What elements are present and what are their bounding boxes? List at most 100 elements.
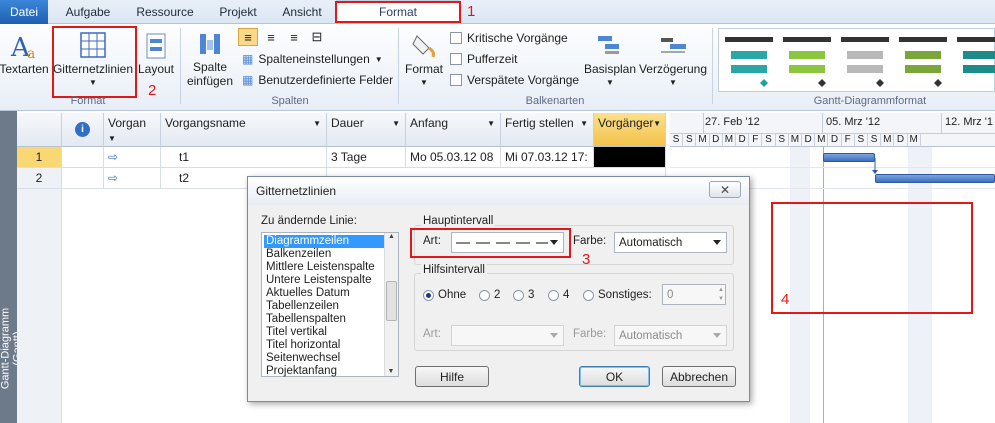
- pufferzeit-checkbox[interactable]: Pufferzeit: [450, 49, 517, 69]
- textarten-button[interactable]: Aa Textarten: [0, 30, 49, 76]
- gantt-style-2: [783, 37, 831, 87]
- align-left-icon[interactable]: ≡: [238, 28, 258, 46]
- format-group-label: Format: [70, 95, 106, 107]
- tab-ansicht[interactable]: Ansicht: [274, 0, 330, 24]
- hilfs-art-combo[interactable]: [451, 325, 564, 346]
- select-all-header[interactable]: [17, 113, 62, 147]
- hilfe-button[interactable]: Hilfe: [415, 366, 489, 387]
- tab-ressource[interactable]: Ressource: [130, 0, 200, 24]
- listbox-item[interactable]: Untere Leistenspalte: [264, 274, 384, 287]
- listbox-item[interactable]: Balkenzeilen: [264, 248, 384, 261]
- predecessor-cell[interactable]: [594, 147, 666, 168]
- dialog-title-bar[interactable]: Gitternetzlinien: [248, 177, 749, 205]
- header-anfang[interactable]: Anfang ▼: [406, 113, 501, 147]
- dropdown-arrow-icon[interactable]: ▼: [392, 119, 400, 128]
- listbox-item[interactable]: Titel vertikal: [264, 326, 384, 339]
- day-label: D: [802, 134, 816, 147]
- gantt-row-line: [670, 167, 995, 168]
- format-button[interactable]: Format ▼: [402, 30, 446, 90]
- row-number-2[interactable]: 2: [17, 168, 62, 189]
- column-settings-icon: ▦: [242, 52, 254, 66]
- spalteneinstellungen-button[interactable]: ▦ Spalteneinstellungen ▼: [242, 49, 383, 69]
- close-button[interactable]: ✕: [709, 181, 741, 198]
- radio-2[interactable]: 2: [479, 289, 500, 301]
- spalte-einfuegen-button[interactable]: Spalte einfügen: [184, 30, 236, 88]
- chevron-down-icon: ▼: [606, 78, 614, 87]
- spalte-label-2: einfügen: [186, 74, 234, 88]
- task-mode-cell[interactable]: ⇨: [104, 168, 161, 189]
- tab-aufgabe[interactable]: Aufgabe: [56, 0, 120, 24]
- basisplan-button[interactable]: Basisplan ▼: [582, 30, 638, 90]
- listbox-item[interactable]: Diagrammzeilen: [264, 235, 384, 248]
- radio-ohne[interactable]: Ohne: [423, 289, 466, 301]
- gantt-style-gallery[interactable]: [718, 28, 995, 92]
- layout-button[interactable]: Layout: [136, 30, 176, 76]
- radio-sonstiges[interactable]: Sonstiges:: [583, 289, 652, 301]
- dropdown-arrow-icon[interactable]: ▼: [580, 119, 588, 128]
- kritische-vorgaenge-checkbox[interactable]: Kritische Vorgänge: [450, 28, 568, 48]
- textarten-label: Textarten: [0, 62, 49, 76]
- tab-projekt[interactable]: Projekt: [210, 0, 266, 24]
- radio-4[interactable]: 4: [548, 289, 569, 301]
- radio-icon: [583, 289, 594, 301]
- scroll-down-icon[interactable]: ▼: [385, 368, 397, 375]
- line-listbox[interactable]: Diagrammzeilen Balkenzeilen Mittlere Leist…: [261, 232, 399, 377]
- align-center-icon[interactable]: ≡: [261, 28, 281, 46]
- dropdown-arrow-icon[interactable]: ▼: [653, 119, 661, 128]
- hilfs-farbe-combo[interactable]: Automatisch: [614, 325, 727, 346]
- task-name-cell[interactable]: t1: [161, 147, 327, 168]
- header-vorgangsname[interactable]: Vorgangsname ▼: [161, 113, 327, 147]
- dropdown-arrow-icon[interactable]: ▼: [108, 134, 116, 143]
- week-divider: [703, 113, 704, 134]
- wrap-text-icon[interactable]: ⊟: [307, 28, 327, 46]
- ok-button[interactable]: OK: [579, 366, 650, 387]
- format-btn-label: Format: [404, 62, 443, 76]
- radio-3[interactable]: 3: [513, 289, 534, 301]
- scroll-up-icon[interactable]: ▲: [385, 233, 398, 240]
- header-dauer[interactable]: Dauer ▼: [327, 113, 406, 147]
- week-divider: [941, 113, 942, 134]
- scroll-thumb[interactable]: [386, 281, 397, 321]
- listbox-item[interactable]: Mittlere Leistenspalte: [264, 261, 384, 274]
- benutzerdefinierte-felder-button[interactable]: ▦ Benutzerdefinierte Felder: [242, 70, 393, 90]
- checkbox-icon: [450, 53, 462, 65]
- tab-datei[interactable]: Datei: [0, 0, 48, 24]
- gantt-bar-t2[interactable]: [875, 174, 995, 183]
- header-fertig-stellen[interactable]: Fertig stellen ▼: [501, 113, 594, 147]
- listbox-item[interactable]: Seitenwechsel: [264, 352, 384, 365]
- day-label: S: [670, 134, 684, 147]
- verzoegerung-button[interactable]: Verzögerung ▼: [638, 30, 708, 90]
- day-label: D: [710, 134, 723, 147]
- dropdown-arrow-icon[interactable]: ▼: [313, 119, 321, 128]
- listbox-item[interactable]: Projektanfang: [264, 365, 384, 378]
- svg-text:a: a: [27, 46, 35, 62]
- day-label: M: [696, 134, 710, 147]
- spinner-arrows-icon[interactable]: ▲ ▼: [718, 286, 724, 304]
- sonstiges-spinner[interactable]: 0 ▲ ▼: [662, 284, 726, 305]
- indicators-header[interactable]: i: [62, 113, 104, 147]
- gantt-style-5: [957, 37, 995, 73]
- verspaetete-label: Verspätete Vorgänge: [467, 73, 580, 87]
- row-number-1[interactable]: 1: [17, 147, 62, 168]
- group-separator: [712, 28, 713, 104]
- listbox-item[interactable]: Tabellenzeilen: [264, 300, 384, 313]
- dropdown-arrow-icon[interactable]: ▼: [487, 119, 495, 128]
- abbrechen-button[interactable]: Abbrechen: [662, 366, 736, 387]
- header-vorgangsmodus[interactable]: Vorgan ▼: [104, 113, 161, 147]
- listbox-item[interactable]: Aktuelles Datum: [264, 287, 384, 300]
- farbe-combo[interactable]: Automatisch: [614, 232, 727, 253]
- align-right-icon[interactable]: ≡: [284, 28, 304, 46]
- listbox-item[interactable]: Titel horizontal: [264, 339, 384, 352]
- duration-cell[interactable]: 3 Tage: [327, 147, 406, 168]
- start-cell[interactable]: Mo 05.03.12 08: [406, 147, 501, 168]
- header-vorgaenger[interactable]: Vorgänger ▼: [594, 113, 666, 147]
- header-label: Anfang: [410, 116, 449, 130]
- paint-bucket-icon: [412, 35, 435, 58]
- day-label: M: [881, 134, 895, 147]
- listbox-item[interactable]: Tabellenspalten: [264, 313, 384, 326]
- day-label: D: [828, 134, 842, 147]
- task-mode-cell[interactable]: ⇨: [104, 147, 161, 168]
- verspaetete-vorgaenge-checkbox[interactable]: Verspätete Vorgänge: [450, 70, 579, 90]
- finish-cell[interactable]: Mi 07.03.12 17:: [501, 147, 594, 168]
- listbox-scrollbar[interactable]: ▲ ▼: [384, 233, 398, 376]
